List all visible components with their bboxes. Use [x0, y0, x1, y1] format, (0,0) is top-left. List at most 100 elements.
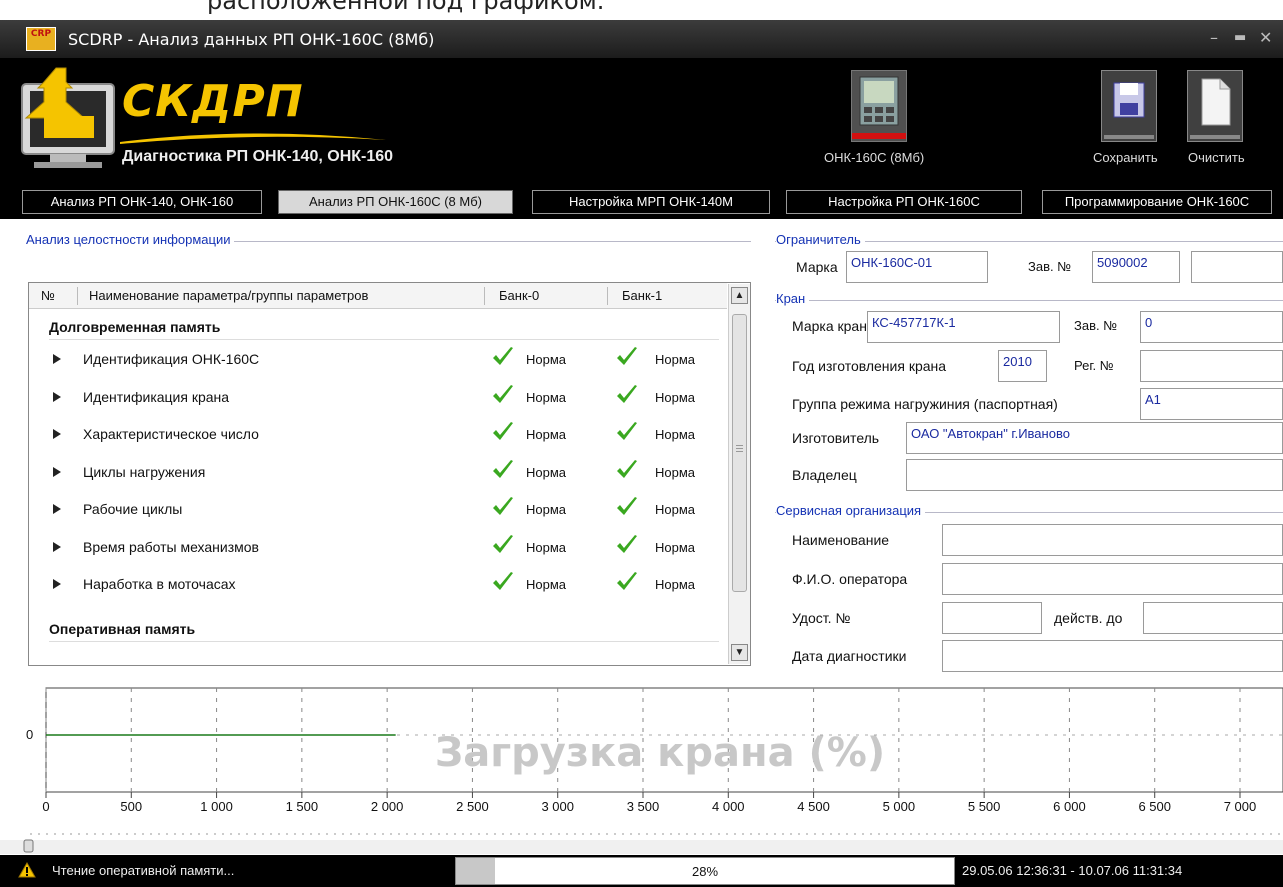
- table-row[interactable]: Характеристическое число Норма Норма: [29, 421, 729, 457]
- vertical-scrollbar[interactable]: ▲ ▼: [728, 284, 750, 664]
- expand-arrow-icon[interactable]: [53, 579, 61, 589]
- row-name: Циклы нагружения: [83, 463, 206, 480]
- service-valid-field[interactable]: [1143, 602, 1283, 634]
- row-name: Наработка в моточасах: [83, 576, 236, 592]
- crane-maker-field[interactable]: ОАО "Автокран" г.Иваново: [906, 422, 1283, 454]
- crane-group-mode-field[interactable]: А1: [1140, 388, 1283, 420]
- row-name: Время работы механизмов: [83, 538, 259, 555]
- check-icon: [493, 497, 513, 515]
- service-name-label: Наименование: [792, 532, 890, 548]
- expand-arrow-icon[interactable]: [53, 466, 61, 477]
- scroll-thumb[interactable]: [732, 314, 747, 592]
- expand-arrow-icon[interactable]: [53, 504, 61, 514]
- window-titlebar: CRP SCDRP - Анализ данных РП ОНК-160С (8…: [0, 20, 1283, 58]
- scroll-down-icon[interactable]: ▼: [731, 644, 748, 661]
- tab-setup-rp[interactable]: Настройка РП ОНК-160С: [786, 190, 1022, 214]
- col-header-bank1: Банк-1: [622, 288, 663, 303]
- status-message: Чтение оперативной памяти...: [52, 863, 235, 878]
- crane-year-field[interactable]: 2010: [998, 350, 1047, 382]
- service-valid-label: действ. до: [1054, 610, 1123, 626]
- progress-text: 28%: [691, 864, 719, 879]
- scroll-up-icon[interactable]: ▲: [731, 287, 748, 304]
- crane-reg-field[interactable]: [1140, 350, 1283, 382]
- logo-icon: [21, 67, 115, 168]
- table-row[interactable]: Идентификация крана Норма Норма: [29, 384, 729, 420]
- col-header-name: Наименование параметра/группы параметров: [89, 288, 369, 303]
- table-row[interactable]: Рабочие циклы Норма Норма: [29, 496, 729, 532]
- table-row[interactable]: Идентификация ОНК-160С Норма Норма: [29, 346, 729, 382]
- minimize-icon[interactable]: –: [1210, 28, 1218, 47]
- limiter-mark-field[interactable]: ОНК-160С-01: [846, 251, 988, 283]
- x-tick-label: 4 000: [712, 799, 745, 814]
- integrity-table: № Наименование параметра/группы параметр…: [28, 282, 751, 666]
- crane-owner-field[interactable]: [906, 459, 1283, 491]
- row-name: Идентификация крана: [83, 388, 230, 405]
- service-date-field[interactable]: [942, 640, 1283, 672]
- table-row[interactable]: Время работы механизмов Норма Норма: [29, 534, 729, 570]
- tab-analysis-onk160c[interactable]: Анализ РП ОНК-160С (8 Мб): [278, 190, 513, 214]
- service-operator-label: Ф.И.О. оператора: [792, 571, 908, 587]
- save-button[interactable]: [1101, 70, 1157, 142]
- x-tick-label: 3 000: [541, 799, 574, 814]
- x-tick-label: 1 000: [200, 799, 233, 814]
- tab-setup-mrp[interactable]: Настройка МРП ОНК-140М: [532, 190, 770, 214]
- check-icon: [493, 534, 513, 553]
- tab-analysis-onk140[interactable]: Анализ РП ОНК-140, ОНК-160: [22, 190, 262, 214]
- x-tick-label: 4 500: [797, 799, 830, 814]
- section-long-term-memory: Долговременная память: [49, 319, 221, 335]
- row-name: Идентификация ОНК-160С: [83, 351, 260, 367]
- bank1-status: Норма: [655, 427, 696, 442]
- crane-mark-field[interactable]: КС-457717К-1: [867, 311, 1060, 343]
- service-cert-field[interactable]: [942, 602, 1042, 634]
- check-icon: [493, 459, 513, 478]
- maximize-icon[interactable]: ▬: [1234, 30, 1246, 45]
- device-icon: [852, 76, 906, 139]
- clear-button[interactable]: [1187, 70, 1243, 142]
- check-icon: [617, 422, 637, 440]
- expand-arrow-icon[interactable]: [53, 429, 61, 439]
- x-tick-label: 3 500: [627, 799, 660, 814]
- x-tick-label: 0: [42, 799, 49, 814]
- blank-page-icon: [1190, 78, 1240, 139]
- range-slider-bar[interactable]: [0, 840, 1283, 854]
- check-icon: [617, 459, 637, 478]
- section-divider: [49, 339, 719, 340]
- table-row[interactable]: Циклы нагружения Норма Норма: [29, 459, 729, 495]
- service-name-field[interactable]: [942, 524, 1283, 556]
- bank1-status: Норма: [655, 502, 696, 517]
- logo-swoosh: [120, 133, 386, 144]
- document-caption: расположенной под графиком.: [0, 0, 1283, 20]
- limiter-group-title: Ограничитель: [776, 232, 865, 247]
- range-slider-handle[interactable]: [23, 839, 34, 853]
- tab-programming[interactable]: Программирование ОНК-160С: [1042, 190, 1272, 214]
- x-tick-label: 2 500: [456, 799, 489, 814]
- window-title: SCDRP - Анализ данных РП ОНК-160С (8Мб): [68, 30, 435, 49]
- col-separator: [77, 287, 78, 305]
- col-separator: [484, 287, 485, 305]
- check-icon: [617, 497, 637, 515]
- service-operator-field[interactable]: [942, 563, 1283, 595]
- crane-owner-label: Владелец: [792, 467, 857, 483]
- expand-arrow-icon[interactable]: [53, 541, 61, 552]
- check-icon: [493, 422, 513, 440]
- table-row[interactable]: Наработка в моточасах Норма Норма: [29, 571, 729, 607]
- x-tick-label: 6 500: [1138, 799, 1171, 814]
- check-icon: [493, 572, 513, 590]
- limiter-extra-field[interactable]: [1191, 251, 1283, 283]
- x-tick-label: 7 000: [1224, 799, 1257, 814]
- warning-icon: [18, 862, 36, 878]
- service-date-label: Дата диагностики: [792, 648, 907, 664]
- crane-serial-field[interactable]: 0: [1140, 311, 1283, 343]
- device-button[interactable]: [851, 70, 907, 142]
- bank0-status: Норма: [526, 539, 567, 555]
- bank1-status: Норма: [655, 464, 696, 480]
- expand-arrow-icon[interactable]: [53, 391, 61, 402]
- progress-bar: 28%: [455, 857, 955, 885]
- limiter-serial-field[interactable]: 5090002: [1092, 251, 1180, 283]
- close-icon[interactable]: ✕: [1259, 28, 1272, 47]
- bank1-status: Норма: [655, 389, 696, 405]
- service-cert-label: Удост. №: [792, 610, 851, 626]
- chart-title: Загрузка крана (%): [435, 730, 885, 776]
- col-header-number: №: [41, 288, 55, 303]
- expand-arrow-icon[interactable]: [53, 354, 61, 364]
